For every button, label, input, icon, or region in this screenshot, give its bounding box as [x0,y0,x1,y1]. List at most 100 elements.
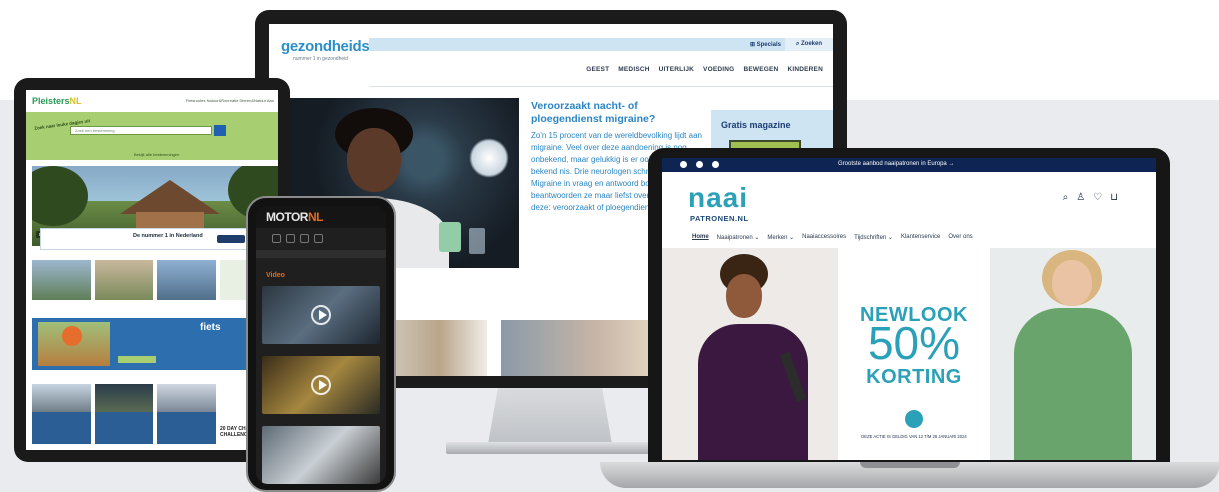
cart-icon[interactable]: ⊔ [1110,192,1118,203]
logo-part: gezondheids [281,38,370,55]
tree-shape [32,166,88,226]
nav-item-over-ons[interactable]: Over ons [948,234,972,241]
specials-link[interactable]: ⊞ Specials [750,41,781,48]
promo-percent: 50% [867,317,961,369]
hero-promo[interactable]: NEWLOOK 50% KORTING DEZE ACTIE IS GELDIG… [838,248,990,460]
search-link[interactable]: ⌕ Zoeken [785,38,833,51]
destination-card[interactable] [157,260,216,300]
test-icon[interactable] [300,234,309,243]
article-headline[interactable]: Veroorzaakt nacht- of ploegendienst migr… [531,100,707,126]
site-tagline: nummer 1 in gezondheid [293,56,349,62]
model-face [726,274,762,318]
main-nav: Home Naaipatronen ⌄ Merken ⌄ Naaiaccesso… [692,234,973,241]
tablet-screen: PleistersNL Fietsroutes Natuur&Recreatie… [26,90,278,450]
device-mockup-stage: gezondheidsnet nummer 1 in gezondheid ⊞ … [0,0,1219,492]
motornl-logo[interactable]: MOTORNL [266,210,323,224]
mug-shape [439,222,461,252]
nav-item-home[interactable]: Home [692,234,709,241]
article-card[interactable] [32,384,91,444]
ad-title: De nummer 1 in Nederland [133,233,203,239]
promo-korting: KORTING [866,366,962,388]
category-icons [272,234,323,243]
video-thumb[interactable] [262,356,380,414]
tab-strip[interactable] [256,250,386,258]
search-icon[interactable]: ⌕ [1063,192,1069,203]
hero-sublink[interactable]: Bekijk alle bestemmingen [134,152,179,157]
nav-item-medisch[interactable]: MEDISCH [618,66,649,73]
top-links[interactable]: Fietsroutes Natuur&Recreatie Dieren&Natu… [186,98,274,103]
nav-item-naaiaccessoires[interactable]: Naaiaccessoires [802,234,846,241]
card-image [157,384,216,412]
lamp-glow [469,138,509,178]
phone-device: MOTORNL Video [246,196,396,492]
promo-badge [62,326,82,346]
specials-label: Specials [756,42,781,48]
top-utility-strip: ⊞ Specials ⌕ Zoeken [369,38,833,51]
menu-icon[interactable] [272,234,281,243]
search-icon[interactable] [314,234,323,243]
logo-part: MOTOR [266,210,308,224]
instagram-icon[interactable] [696,161,703,168]
monitor-stand-neck [488,388,612,444]
glass-shape [469,228,485,254]
search-input[interactable]: Zoek een bestemming [70,126,212,135]
search-button[interactable] [214,125,226,136]
hero-model-left[interactable] [662,248,838,460]
facebook-icon[interactable] [680,161,687,168]
ad-button[interactable] [217,235,245,243]
article-card[interactable] [157,384,216,444]
destination-card[interactable] [94,260,153,300]
play-icon[interactable] [311,305,331,325]
ad-banner[interactable]: De nummer 1 in Nederland [40,228,254,250]
news-icon[interactable] [286,234,295,243]
announcement-text[interactable]: Grootste aanbod naaipatronen in Europa → [838,161,954,167]
nav-item-geest[interactable]: GEEST [586,66,609,73]
article-thumb[interactable] [501,320,661,376]
nav-item-uiterlijk[interactable]: UITERLIJK [659,66,694,73]
person-face [347,128,401,192]
naaipatronen-logo[interactable]: naai [688,184,748,212]
nav-item-klantenservice[interactable]: Klantenservice [901,234,940,241]
pleisters-logo[interactable]: PleistersNL [32,96,82,106]
video-thumb[interactable] [262,286,380,344]
logo-subtitle: PATRONEN.NL [690,214,749,223]
nav-item-tijdschriften[interactable]: Tijdschriften ⌄ [854,234,893,241]
nav-item-kinderen[interactable]: KINDEREN [787,66,823,73]
promo-button[interactable] [118,356,156,363]
account-icon[interactable]: ♙ [1076,192,1085,203]
logo-part: Pleisters [32,96,70,106]
pinterest-icon[interactable] [712,161,719,168]
nav-item-bewegen[interactable]: BEWEGEN [743,66,778,73]
model-body [1014,308,1132,460]
nav-item-merken[interactable]: Merken ⌄ [767,234,794,241]
card-image [94,384,153,412]
wishlist-icon[interactable]: ♡ [1093,192,1102,203]
phone-screen: MOTORNL Video [256,206,386,484]
promo-badge-icon [905,410,923,428]
model-body [698,324,808,460]
promo-block[interactable]: fiets [32,318,278,370]
laptop-notch [860,462,960,468]
section-title: Video [266,272,285,279]
play-icon[interactable] [311,375,331,395]
promo-validity: DEZE ACTIE IS GELDIG VAN 12 T/M 28 JANUA… [861,434,967,439]
search-hero: Zoek naar leuke dagjes uit Zoek een best… [26,112,278,160]
promo-title: fiets [200,322,221,333]
search-label: Zoeken [801,41,823,47]
article-card[interactable] [94,384,153,444]
hero-model-right[interactable] [990,248,1156,460]
header-icons: ⌕ ♙ ♡ ⊔ [1063,192,1118,203]
logo-part-nl: NL [69,96,82,106]
destination-card[interactable] [32,260,91,300]
nav-item-naaipatronen[interactable]: Naaipatronen ⌄ [717,234,760,241]
model-face [1052,260,1092,306]
logo-part-nl: NL [307,210,324,224]
card-image [32,384,91,412]
phone-header: MOTORNL [256,206,386,228]
monitor-stand-base [446,442,656,454]
announcement-bar: Grootste aanbod naaipatronen in Europa → [662,158,1156,172]
laptop-device: Grootste aanbod naaipatronen in Europa →… [648,148,1170,468]
nav-item-voeding[interactable]: VOEDING [703,66,734,73]
aside-title: Gratis magazine [721,120,791,130]
video-thumb[interactable] [262,426,380,484]
